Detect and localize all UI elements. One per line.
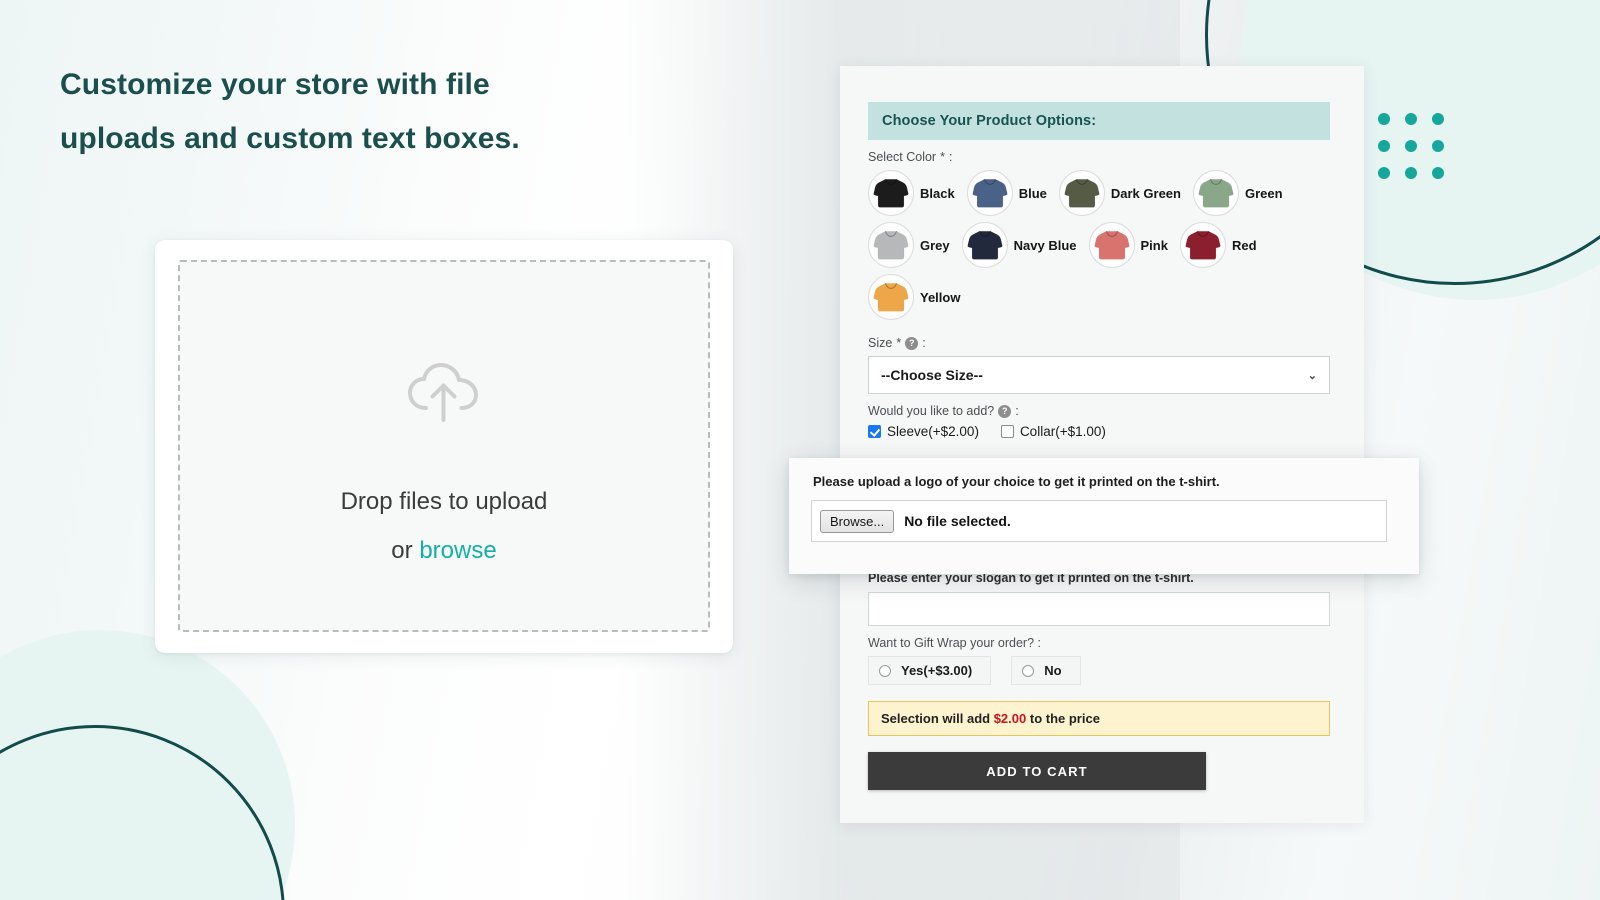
select-color-label-text: Select Color (868, 150, 936, 164)
dot (1378, 167, 1390, 179)
dot (1432, 140, 1444, 152)
giftwrap-radio-group[interactable]: Yes(+$3.00) No (868, 656, 1330, 685)
giftwrap-label: Want to Gift Wrap your order? : (868, 636, 1330, 650)
addon-checkbox-label: Collar(+$1.00) (1020, 424, 1106, 439)
headline-line-2: uploads and custom text boxes. (60, 112, 680, 166)
dropzone-or-text: or (391, 537, 419, 564)
color-swatch-navy-blue[interactable]: Navy Blue (962, 222, 1077, 268)
label-colon: : (1015, 404, 1018, 418)
product-options-body: Choose Your Product Options: Select Colo… (868, 102, 1330, 790)
dot (1432, 113, 1444, 125)
addon-checkbox-group[interactable]: Sleeve(+$2.00) Collar(+$1.00) (868, 424, 1330, 439)
addons-label: Would you like to add? ? : (868, 404, 1330, 418)
size-select-value: --Choose Size-- (881, 367, 983, 383)
color-swatch-label: Navy Blue (1014, 238, 1077, 253)
radio-unselected-icon[interactable] (1022, 665, 1034, 677)
dot (1405, 167, 1417, 179)
giftwrap-radio-no[interactable]: No (1011, 656, 1080, 685)
dot (1378, 140, 1390, 152)
addon-checkbox-sleeve[interactable]: Sleeve(+$2.00) (868, 424, 979, 439)
color-swatch-label: Dark Green (1111, 186, 1181, 201)
headline-line-1: Customize your store with file (60, 58, 680, 112)
dot (1378, 113, 1390, 125)
tshirt-icon (1193, 170, 1239, 216)
slogan-input[interactable] (868, 592, 1330, 626)
color-swatch-label: Pink (1141, 238, 1168, 253)
file-input-field[interactable]: Browse... No file selected. (811, 500, 1387, 542)
price-note-suffix: to the price (1030, 711, 1100, 726)
label-colon: : (922, 336, 925, 350)
giftwrap-radio-yes[interactable]: Yes(+$3.00) (868, 656, 991, 685)
price-note-amount: $2.00 (994, 711, 1027, 726)
add-to-cart-button[interactable]: ADD TO CART (868, 752, 1206, 790)
color-swatch-red[interactable]: Red (1180, 222, 1257, 268)
tshirt-icon (967, 170, 1013, 216)
file-upload-card: Drop files to upload or browse (155, 240, 733, 653)
dot (1432, 167, 1444, 179)
radio-unselected-icon[interactable] (879, 665, 891, 677)
price-note-prefix: Selection will add (881, 711, 990, 726)
color-swatch-label: Grey (920, 238, 950, 253)
tshirt-icon (1089, 222, 1135, 268)
dot (1405, 113, 1417, 125)
product-options-header: Choose Your Product Options: (868, 102, 1330, 140)
dropzone-primary-text: Drop files to upload (341, 488, 548, 516)
required-marker: * (940, 150, 945, 164)
price-note: Selection will add $2.00 to the price (868, 701, 1330, 736)
dot (1405, 140, 1417, 152)
label-colon: : (949, 150, 952, 164)
color-swatch-dark-green[interactable]: Dark Green (1059, 170, 1181, 216)
cloud-upload-icon (406, 362, 482, 433)
color-swatch-label: Red (1232, 238, 1257, 253)
question-mark-icon[interactable]: ? (998, 405, 1011, 418)
file-status-text: No file selected. (904, 513, 1011, 529)
file-dropzone[interactable]: Drop files to upload or browse (178, 260, 710, 632)
tshirt-icon (962, 222, 1008, 268)
tshirt-icon (868, 222, 914, 268)
color-swatch-green[interactable]: Green (1193, 170, 1283, 216)
checkbox-unchecked-icon[interactable] (1001, 425, 1014, 438)
giftwrap-radio-label: No (1044, 663, 1061, 678)
size-label-text: Size (868, 336, 892, 350)
color-swatch-blue[interactable]: Blue (967, 170, 1047, 216)
color-swatch-group[interactable]: Black Blue Dark Green Green Grey Navy Blue Pin… (868, 170, 1330, 326)
color-swatch-yellow[interactable]: Yellow (868, 274, 960, 320)
size-select[interactable]: --Choose Size-- ⌄ (868, 356, 1330, 394)
size-label: Size * ? : (868, 336, 1330, 350)
product-options-card: Choose Your Product Options: Select Colo… (840, 66, 1364, 823)
logo-upload-label: Please upload a logo of your choice to g… (813, 474, 1220, 489)
browse-button[interactable]: Browse... (820, 510, 894, 533)
tshirt-icon (1180, 222, 1226, 268)
chevron-down-icon: ⌄ (1308, 369, 1317, 382)
browse-files-link[interactable]: browse (419, 537, 496, 564)
tshirt-icon (1059, 170, 1105, 216)
select-color-label: Select Color * : (868, 150, 1330, 164)
tshirt-icon (868, 274, 914, 320)
color-swatch-pink[interactable]: Pink (1089, 222, 1168, 268)
color-swatch-label: Black (920, 186, 955, 201)
color-swatch-grey[interactable]: Grey (868, 222, 950, 268)
color-swatch-label: Green (1245, 186, 1283, 201)
addon-checkbox-label: Sleeve(+$2.00) (887, 424, 979, 439)
page-headline: Customize your store with file uploads a… (60, 58, 680, 166)
addons-label-text: Would you like to add? (868, 404, 994, 418)
tshirt-icon (868, 170, 914, 216)
giftwrap-radio-label: Yes(+$3.00) (901, 663, 972, 678)
checkbox-checked-icon[interactable] (868, 425, 881, 438)
dropzone-secondary-text: or browse (391, 537, 496, 565)
addon-checkbox-collar[interactable]: Collar(+$1.00) (1001, 424, 1106, 439)
required-marker: * (896, 336, 901, 350)
color-swatch-label: Yellow (920, 290, 960, 305)
decorative-dot-grid (1378, 113, 1444, 179)
color-swatch-label: Blue (1019, 186, 1047, 201)
color-swatch-black[interactable]: Black (868, 170, 955, 216)
logo-upload-overlay-panel: Please upload a logo of your choice to g… (789, 458, 1419, 574)
question-mark-icon[interactable]: ? (905, 337, 918, 350)
